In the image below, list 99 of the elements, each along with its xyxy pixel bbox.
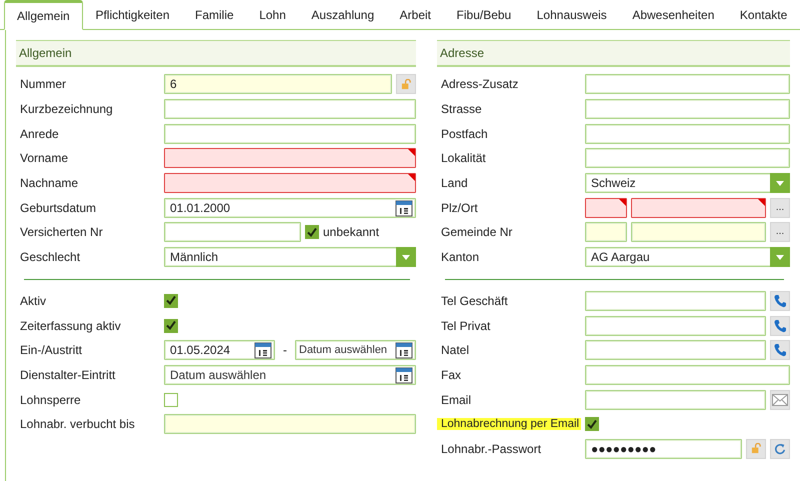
text-field[interactable] xyxy=(585,316,766,336)
city-field[interactable] xyxy=(631,198,766,218)
range-separator: - xyxy=(282,343,288,358)
field-label: Tel Geschäft xyxy=(440,294,509,308)
more-button[interactable]: ... xyxy=(770,222,790,242)
field-label: Dienstalter-Eintritt xyxy=(19,368,116,382)
tab[interactable]: Allgemein xyxy=(4,0,83,30)
field-label: Geschlecht xyxy=(19,250,82,264)
checkbox[interactable] xyxy=(305,225,319,240)
checkbox[interactable] xyxy=(164,392,178,407)
tab[interactable]: Fibu/Bebu xyxy=(444,0,524,29)
tab[interactable]: Abwesenheiten xyxy=(620,0,728,29)
city-field[interactable] xyxy=(631,222,766,242)
field-label: Kurzbezeichnung xyxy=(19,102,114,116)
field-label: Geburtsdatum xyxy=(19,200,98,215)
date-field[interactable]: 01.05.2024 xyxy=(164,340,275,360)
field-label: Land xyxy=(440,176,469,190)
tab[interactable]: Lohn xyxy=(246,0,299,29)
field-label: Adress-Zusatz xyxy=(440,77,520,92)
tab[interactable]: Pflichtigkeiten xyxy=(82,0,182,29)
text-field[interactable] xyxy=(164,414,416,434)
text-field[interactable] xyxy=(585,148,790,168)
calendar-icon[interactable] xyxy=(395,366,413,384)
dropdown-field[interactable]: AG Aargau xyxy=(585,247,790,268)
field-label: Strasse xyxy=(440,102,483,116)
text-field[interactable] xyxy=(164,173,416,194)
text-field[interactable] xyxy=(164,124,416,144)
field-label: Gemeinde Nr xyxy=(440,225,514,240)
zip-field[interactable] xyxy=(585,198,627,218)
tab[interactable]: Familie xyxy=(182,0,246,29)
field-label: Fax xyxy=(440,368,462,382)
phone-button[interactable] xyxy=(770,290,790,311)
dropdown-field[interactable]: Schweiz xyxy=(585,173,790,194)
phone-button[interactable] xyxy=(770,316,790,336)
more-button[interactable]: ... xyxy=(770,198,790,218)
caret-icon xyxy=(776,180,784,186)
envelope-icon xyxy=(772,394,788,406)
field-label: Tel Privat xyxy=(440,318,492,333)
field-label: Plz/Ort xyxy=(440,200,479,215)
field-label: Ein-/Austritt xyxy=(19,343,84,358)
field-label: Lohnabr.-Passwort xyxy=(440,442,542,456)
lock-icon xyxy=(400,78,412,90)
field-label: Lokalität xyxy=(440,151,487,166)
field-label: Versicherten Nr xyxy=(19,225,104,240)
field-label: Natel xyxy=(440,343,470,358)
text-field[interactable]: 6 xyxy=(164,74,392,94)
text-field[interactable] xyxy=(585,340,766,360)
mail-button[interactable] xyxy=(770,390,790,410)
lock-icon xyxy=(750,443,762,454)
field-label: Lohnabr. verbucht bis xyxy=(19,417,136,432)
field-label: Lohnsperre xyxy=(19,392,82,407)
tab[interactable]: Auszahlung xyxy=(298,0,387,29)
dropdown-field[interactable]: Männlich xyxy=(164,247,416,268)
text-field[interactable] xyxy=(585,290,766,311)
tab[interactable]: Lohnausweis xyxy=(524,0,620,29)
field-label: Nummer xyxy=(19,77,68,92)
checkbox[interactable] xyxy=(164,318,178,333)
text-field[interactable] xyxy=(164,222,301,242)
phone-button[interactable] xyxy=(770,340,790,360)
field-label: Postfach xyxy=(440,126,489,141)
refresh-button[interactable] xyxy=(770,438,790,459)
checkbox[interactable] xyxy=(164,294,178,308)
calendar-icon[interactable] xyxy=(395,341,413,360)
caret-icon xyxy=(402,254,410,260)
section-header: Adresse xyxy=(437,40,790,67)
text-field[interactable] xyxy=(585,364,790,385)
text-field[interactable] xyxy=(164,99,416,120)
section-header: Allgemein xyxy=(16,40,416,67)
field-label: Kanton xyxy=(440,250,480,264)
field-label: Vorname xyxy=(19,151,70,166)
text-field[interactable]: ●●●●●●●●● xyxy=(585,438,742,459)
field-label: Zeiterfassung aktiv xyxy=(19,318,122,333)
date-field[interactable]: Datum auswählen xyxy=(295,340,416,360)
calendar-icon[interactable] xyxy=(395,198,413,217)
text-field[interactable] xyxy=(585,74,790,94)
calendar-icon[interactable] xyxy=(254,341,272,360)
field-label: Nachname xyxy=(19,176,80,190)
text-field[interactable] xyxy=(164,148,416,168)
date-field[interactable]: 01.01.2000 xyxy=(164,198,416,218)
lock-button[interactable] xyxy=(396,74,416,94)
caret-icon xyxy=(776,254,784,260)
field-label: Email xyxy=(440,392,472,407)
phone-icon xyxy=(773,318,787,333)
field-label: Lohnabrechnung per Email xyxy=(437,418,582,430)
field-label: Anrede xyxy=(19,126,60,141)
refresh-icon xyxy=(774,442,786,455)
date-field[interactable]: Datum auswählen xyxy=(164,364,416,385)
lock-button[interactable] xyxy=(746,438,766,459)
checkbox-label: unbekannt xyxy=(323,225,380,240)
checkbox[interactable] xyxy=(585,417,600,432)
zip-field[interactable] xyxy=(585,222,627,242)
tab[interactable]: Arbeit xyxy=(386,0,444,29)
text-field[interactable] xyxy=(585,390,766,410)
text-field[interactable] xyxy=(585,99,790,120)
phone-icon xyxy=(773,343,787,358)
tab[interactable]: Kontakte xyxy=(727,0,800,29)
text-field[interactable] xyxy=(585,124,790,144)
field-label: Aktiv xyxy=(19,294,48,308)
phone-icon xyxy=(773,294,787,308)
